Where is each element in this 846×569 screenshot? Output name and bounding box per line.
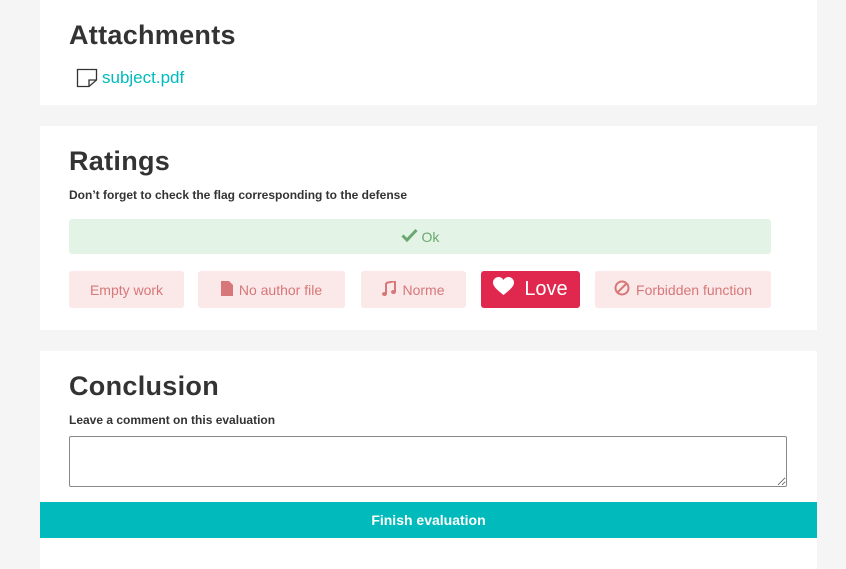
check-icon <box>400 228 418 245</box>
ratings-title: Ratings <box>69 146 171 176</box>
attachments-title: Attachments <box>69 20 236 50</box>
ok-flag-button[interactable]: Ok <box>69 219 771 254</box>
empty-work-label: Empty work <box>89 281 164 298</box>
heart-icon <box>493 277 515 302</box>
love-label: Love <box>524 278 568 300</box>
file-icon <box>76 68 98 88</box>
finish-evaluation-button[interactable]: Finish evaluation <box>40 502 817 538</box>
comment-label: Leave a comment on this evaluation <box>69 413 276 427</box>
attachment-filename: subject.pdf <box>102 68 185 87</box>
forbidden-function-label: Forbidden function <box>636 281 752 298</box>
ratings-subtitle: Don’t forget to check the flag correspon… <box>69 188 408 202</box>
norme-label: Norme <box>402 281 445 298</box>
attachments-panel: Attachments subject.pdf <box>40 0 817 105</box>
love-flag-button[interactable]: Love <box>481 271 580 308</box>
forbidden-function-flag-button[interactable]: Forbidden function <box>595 271 771 308</box>
norme-flag-button[interactable]: Norme <box>361 271 466 308</box>
ban-icon <box>614 280 630 299</box>
attachment-link[interactable]: subject.pdf <box>76 68 184 88</box>
file-icon <box>220 280 233 299</box>
no-author-file-flag-button[interactable]: No author file <box>198 271 345 308</box>
music-note-icon <box>382 279 397 299</box>
comment-textarea[interactable] <box>69 436 787 487</box>
empty-work-flag-button[interactable]: Empty work <box>69 271 184 308</box>
ok-flag-label: Ok <box>421 228 440 245</box>
conclusion-title: Conclusion <box>69 371 219 401</box>
no-author-file-label: No author file <box>238 281 323 298</box>
ratings-panel: Ratings Don’t forget to check the flag c… <box>40 126 817 330</box>
conclusion-panel: Conclusion Leave a comment on this evalu… <box>40 351 817 569</box>
